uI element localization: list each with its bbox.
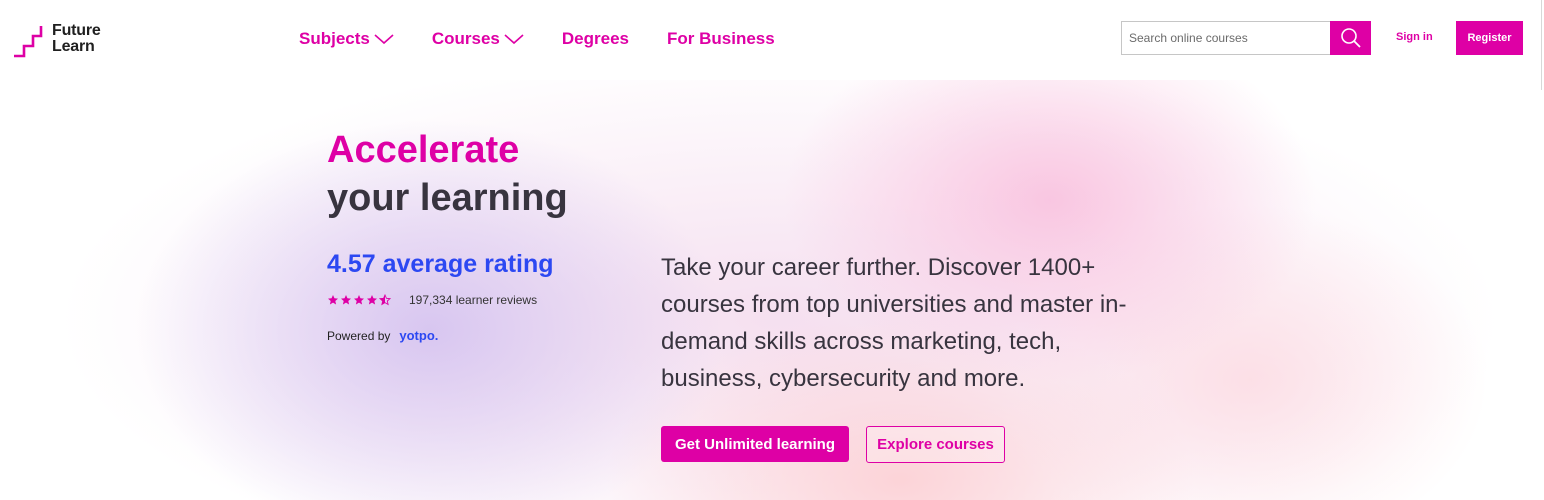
logo-steps-icon <box>14 26 43 58</box>
futurelearn-logo[interactable]: Future Learn <box>13 22 101 58</box>
register-button[interactable]: Register <box>1456 21 1523 55</box>
half-star-icon <box>379 294 391 306</box>
nav-item-label: For Business <box>667 29 775 48</box>
logo-wordmark: Future Learn <box>52 23 101 55</box>
star-rating <box>327 294 392 306</box>
logo-line1: Future <box>52 22 101 39</box>
rating-stars-row: 197,334 learner reviews <box>327 293 537 307</box>
headline-main: your learning <box>327 177 568 219</box>
search-button[interactable] <box>1330 21 1371 55</box>
nav-item-label: Courses <box>431 29 500 48</box>
powered-by: Powered by yotpo. <box>327 328 438 343</box>
nav-item-label: Subjects <box>299 29 370 48</box>
nav-item-courses[interactable]: Courses <box>432 29 524 49</box>
nav-item-for-business[interactable]: For Business <box>667 29 775 49</box>
star-icon <box>367 295 377 305</box>
average-rating: 4.57 average rating <box>327 250 554 278</box>
yotpo-logo[interactable]: yotpo. <box>399 328 438 343</box>
hero-section: Accelerate your learning 4.57 average ra… <box>0 80 1544 500</box>
main-nav: Subjects Courses Degrees For Business <box>299 29 813 49</box>
site-header: Future Learn Subjects Courses Degrees Fo… <box>0 0 1544 90</box>
search-icon <box>1340 28 1361 48</box>
chevron-down-icon <box>374 34 394 45</box>
logo-line2: Learn <box>52 38 95 55</box>
nav-item-degrees[interactable]: Degrees <box>562 29 629 49</box>
nav-item-label: Degrees <box>561 29 629 48</box>
headline-accent: Accelerate <box>327 129 520 171</box>
powered-by-label: Powered by <box>327 328 391 343</box>
chevron-down-icon <box>504 34 524 45</box>
star-icon <box>328 295 338 305</box>
review-count: 197,334 learner reviews <box>409 293 538 307</box>
hero-description: Take your career further. Discover 1400+… <box>661 254 1127 392</box>
star-icon <box>354 295 364 305</box>
nav-item-subjects[interactable]: Subjects <box>299 29 394 49</box>
search-input[interactable] <box>1121 21 1330 55</box>
hero-headline: Accelerate your learning <box>327 126 568 222</box>
get-unlimited-learning-button[interactable]: Get Unlimited learning <box>661 426 849 462</box>
search-bar <box>1121 21 1371 55</box>
sign-in-link[interactable]: Sign in <box>1396 31 1433 43</box>
explore-courses-button[interactable]: Explore courses <box>866 426 1005 463</box>
star-icon <box>341 295 351 305</box>
